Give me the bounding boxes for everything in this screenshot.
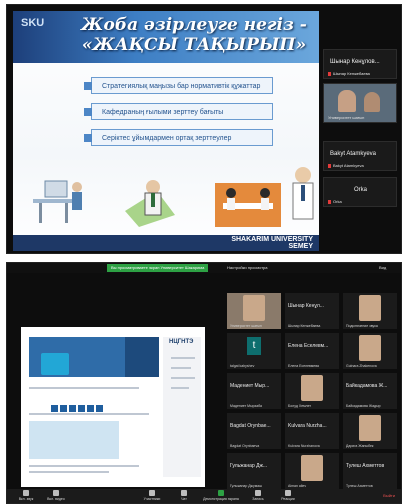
teacher-illustration <box>125 180 175 227</box>
record-button[interactable]: Запись <box>243 490 273 501</box>
participant-tile[interactable]: Bakyt Atamkyeva Bakyt Atamkyeva <box>323 141 397 171</box>
slide-bullet-1: Стратегиялық маңызы бар нормативтік құжа… <box>84 77 273 94</box>
participant-tile[interactable]: t talgat kabyshev <box>227 333 281 369</box>
participant-video-tile[interactable]: Университет шағын <box>323 83 397 123</box>
microphone-icon <box>23 490 29 496</box>
participant-tile[interactable]: Подключение звука <box>343 293 397 329</box>
emblem-icon <box>41 353 69 375</box>
bottom-screenshot: Вы просматриваете экран Университет Шака… <box>6 262 402 504</box>
chat-icon <box>181 490 187 496</box>
muted-mic-icon <box>328 71 331 76</box>
participant-photo <box>359 335 381 361</box>
bullet-marker-icon <box>84 82 92 90</box>
camera-icon <box>53 490 59 496</box>
share-screen-icon <box>218 490 224 496</box>
participant-photo <box>301 375 323 401</box>
participant-tile[interactable]: Тулеш Ахметтов Тулеш Ахметтов <box>343 453 397 489</box>
slide-header: SKU Жоба әзірлеуге негіз - «ЖАҚСЫ ТАҚЫРЫ… <box>13 11 319 63</box>
participant-tile[interactable]: Bagdat Orynbae... Bagdat Orynbaeva <box>227 413 281 449</box>
shared-form-title: НЦГНТЭ <box>169 339 194 345</box>
shared-form-panel: НЦГНТЭ <box>163 337 201 477</box>
record-icon <box>255 490 261 496</box>
presentation-slide: SKU Жоба әзірлеуге негіз - «ЖАҚСЫ ТАҚЫРЫ… <box>13 11 319 251</box>
video-button[interactable]: Вкл. видео <box>41 490 71 501</box>
participants-button[interactable]: Участники <box>137 490 167 501</box>
participant-tile[interactable]: Orka Orka <box>323 177 397 207</box>
zoom-top-bar: Вы просматриваете экран Университет Шака… <box>7 263 401 273</box>
muted-mic-icon <box>328 199 331 204</box>
participant-photo <box>301 455 323 481</box>
screen-share-banner[interactable]: Вы просматриваете экран Университет Шака… <box>107 264 209 272</box>
participant-photo <box>359 295 381 321</box>
participant-face <box>364 92 380 112</box>
participant-tile[interactable]: Gulnara Zhakenova <box>343 333 397 369</box>
participant-tile[interactable]: Мадениет Мыр... Мадениет Мырзаба <box>227 373 281 409</box>
avatar-letter: t <box>247 337 261 355</box>
participant-tile[interactable]: Kulvara Nurzha... Kulvara Nurzhanova <box>285 413 339 449</box>
office-meeting-illustration <box>215 183 281 227</box>
muted-mic-icon <box>328 163 331 168</box>
shared-info-box <box>29 421 119 459</box>
top-screenshot: SKU Жоба әзірлеуге негіз - «ЖАҚСЫ ТАҚЫРЫ… <box>6 4 402 254</box>
meeting-toolbar: Вкл. звук Вкл. видео Участники Чат Демон… <box>7 489 401 503</box>
participant-photo <box>359 415 381 441</box>
participant-tile[interactable]: Байкадамова Ж... Байкадамова Жадыр <box>343 373 397 409</box>
university-logo-text: SHAKARIM UNIVERSITY SEMEY <box>231 236 313 250</box>
businessman-illustration <box>292 167 314 220</box>
slide-footer: SHAKARIM UNIVERSITY SEMEY <box>13 235 319 251</box>
chat-button[interactable]: Чат <box>169 490 199 501</box>
view-button[interactable]: Вид <box>379 265 386 270</box>
slide-title-line1: Жоба әзірлеуге негіз - <box>81 15 307 35</box>
participant-tile[interactable]: Болуд Хемлет <box>285 373 339 409</box>
share-screen-button[interactable]: Демонстрация экрана <box>201 490 241 501</box>
shared-banner <box>29 337 125 377</box>
participant-tile[interactable]: Гульжанар Дж... Гульжанар Джумаш <box>227 453 281 489</box>
reactions-button[interactable]: Реакции <box>273 490 303 501</box>
shared-banner-logo <box>125 337 159 377</box>
participant-face <box>243 295 265 321</box>
participant-tile[interactable]: Дарига Жаныбек <box>343 413 397 449</box>
slide-title-line2: «ЖАҚСЫ ТАҚЫРЫП» <box>81 35 307 55</box>
smiley-icon <box>285 490 291 496</box>
people-icon <box>149 490 155 496</box>
shared-screen: НЦГНТЭ <box>21 327 205 487</box>
participant-face <box>338 90 356 112</box>
participant-tile[interactable]: Елена Еселевм... Елена Еселевмева <box>285 333 339 369</box>
view-options-button[interactable]: Настройки просмотра <box>227 265 268 270</box>
computer-user-illustration <box>33 180 82 223</box>
participant-tile[interactable]: Шынар Кенұлов... Шынар Кенжебаева <box>323 49 397 79</box>
participant-tile[interactable]: Шынар Кенұл... Шынар Кенжебаева <box>285 293 339 329</box>
slide-bullet-3: Серіктес ұйымдармен ортақ зерттеулер <box>84 129 273 146</box>
participant-tile[interactable]: Aiman aliev <box>285 453 339 489</box>
bullet-marker-icon <box>84 108 92 116</box>
leave-meeting-button[interactable]: Выйти <box>383 493 395 498</box>
mute-button[interactable]: Вкл. звук <box>11 490 41 501</box>
participant-tile[interactable]: Университет шағын <box>227 293 281 329</box>
slide-bullet-2: Кафедраның ғылыми зерттеу бағыты <box>84 103 273 120</box>
slide-watermark: SKU <box>21 17 45 29</box>
bullet-marker-icon <box>84 134 92 142</box>
